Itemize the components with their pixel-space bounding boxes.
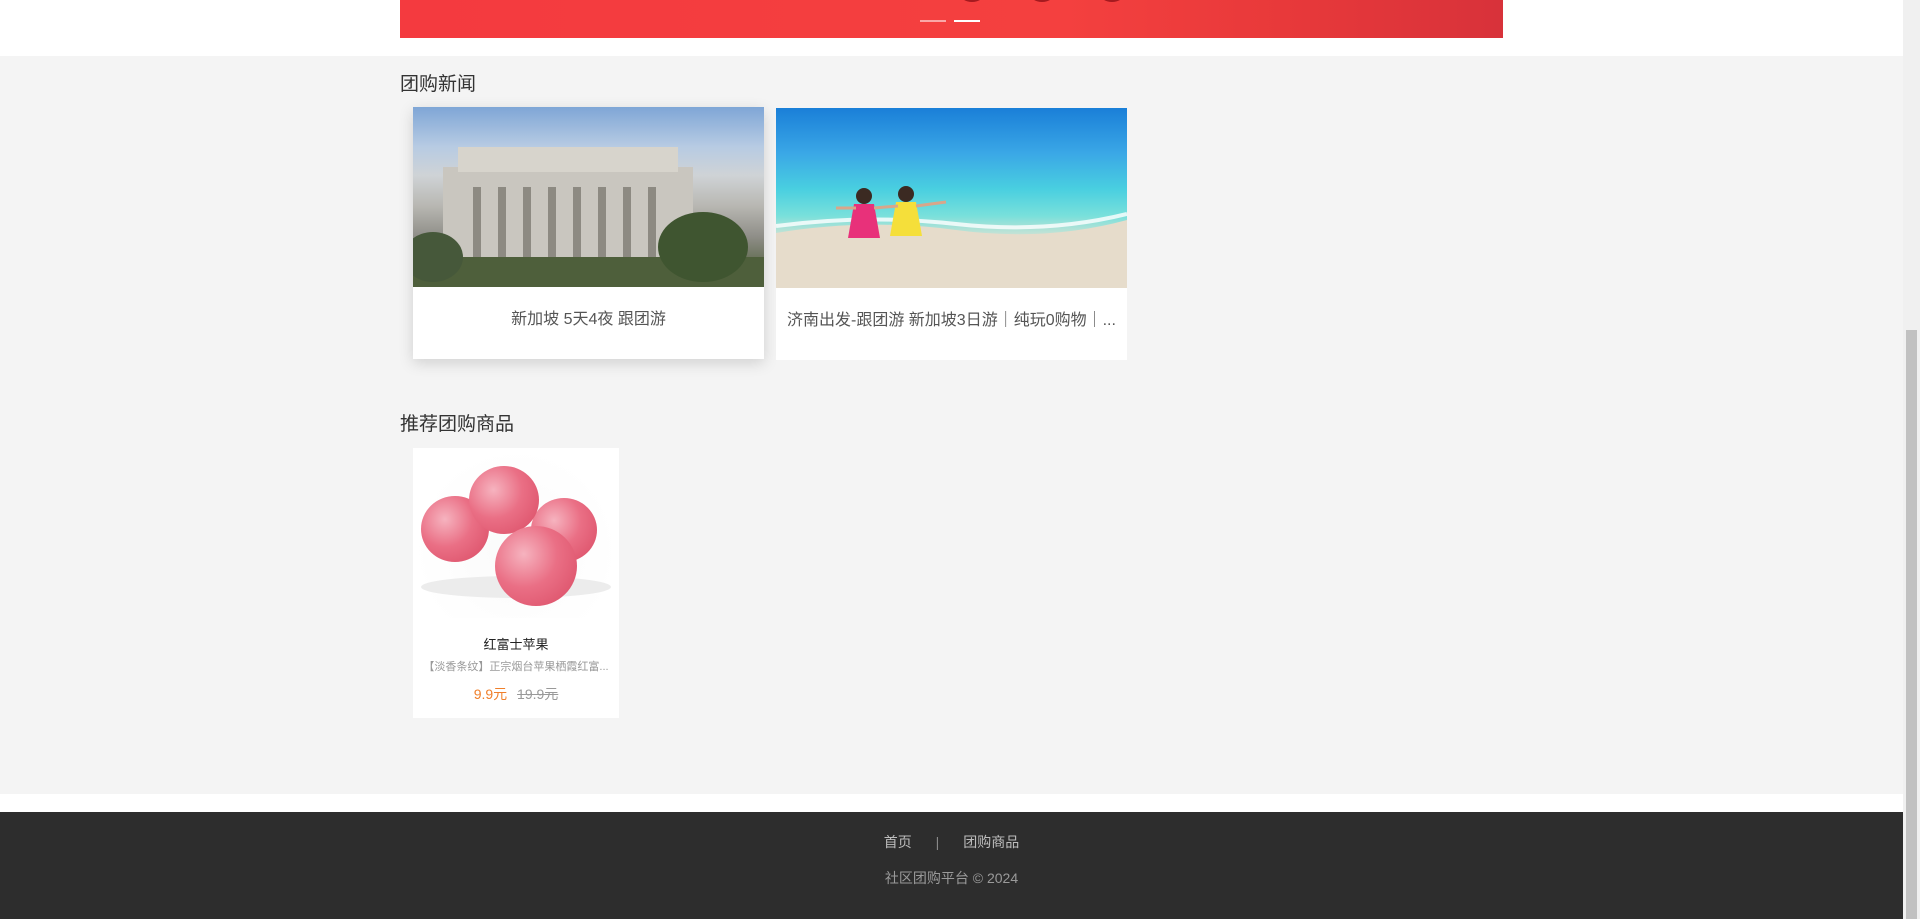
banner-decoration [960, 0, 984, 2]
carousel-dot-active[interactable] [954, 20, 980, 22]
banner-decoration [1030, 0, 1054, 2]
news-title[interactable]: 新加坡 5天4夜 跟团游 [413, 287, 764, 359]
vertical-scrollbar[interactable] [1903, 0, 1920, 919]
product-card[interactable]: 红富士苹果 【淡香条纹】正宗烟台苹果栖霞红富... 9.9元 19.9元 [413, 448, 619, 718]
product-original-price: 19.9元 [517, 686, 559, 702]
footer-link-home[interactable]: 首页 [884, 834, 912, 850]
news-card[interactable]: 济南出发-跟团游 新加坡3日游｜纯玩0购物｜... [776, 108, 1127, 360]
banner-carousel[interactable] [400, 0, 1503, 38]
carousel-indicators [920, 20, 980, 22]
product-image[interactable] [413, 448, 619, 618]
hotel-illustration [413, 147, 764, 287]
product-description: 【淡香条纹】正宗烟台苹果栖霞红富... [423, 661, 609, 673]
scrollbar-thumb[interactable] [1906, 330, 1917, 919]
apple-shape [495, 526, 577, 606]
product-name[interactable]: 红富士苹果 [413, 634, 619, 653]
carousel-dot[interactable] [920, 20, 946, 22]
products-section-title: 推荐团购商品 [400, 414, 515, 435]
news-card[interactable]: 新加坡 5天4夜 跟团游 [413, 107, 764, 359]
copyright: 社区团购平台 © 2024 [884, 870, 1019, 886]
news-title[interactable]: 济南出发-跟团游 新加坡3日游｜纯玩0购物｜... [776, 288, 1127, 360]
footer-separator: | [935, 834, 940, 850]
news-section-title: 团购新闻 [400, 74, 477, 95]
beach-illustration [776, 186, 1127, 288]
banner-decoration [1100, 0, 1124, 2]
page: 团购新闻 新加坡 5天4夜 跟团游 济南出发-跟团游 新加坡3日游｜纯玩0购物｜… [0, 0, 1903, 919]
product-price: 9.9元 [473, 686, 508, 702]
footer-nav: 首页 | 团购商品 [0, 832, 1903, 852]
footer: 首页 | 团购商品 社区团购平台 © 2024 [0, 812, 1903, 919]
news-image-beach[interactable] [776, 108, 1127, 288]
product-prices: 9.9元 19.9元 [413, 684, 619, 704]
news-image-hotel[interactable] [413, 107, 764, 287]
main-content: 团购新闻 新加坡 5天4夜 跟团游 济南出发-跟团游 新加坡3日游｜纯玩0购物｜… [0, 56, 1903, 794]
footer-link-products[interactable]: 团购商品 [963, 834, 1019, 850]
apple-shape [469, 466, 539, 534]
